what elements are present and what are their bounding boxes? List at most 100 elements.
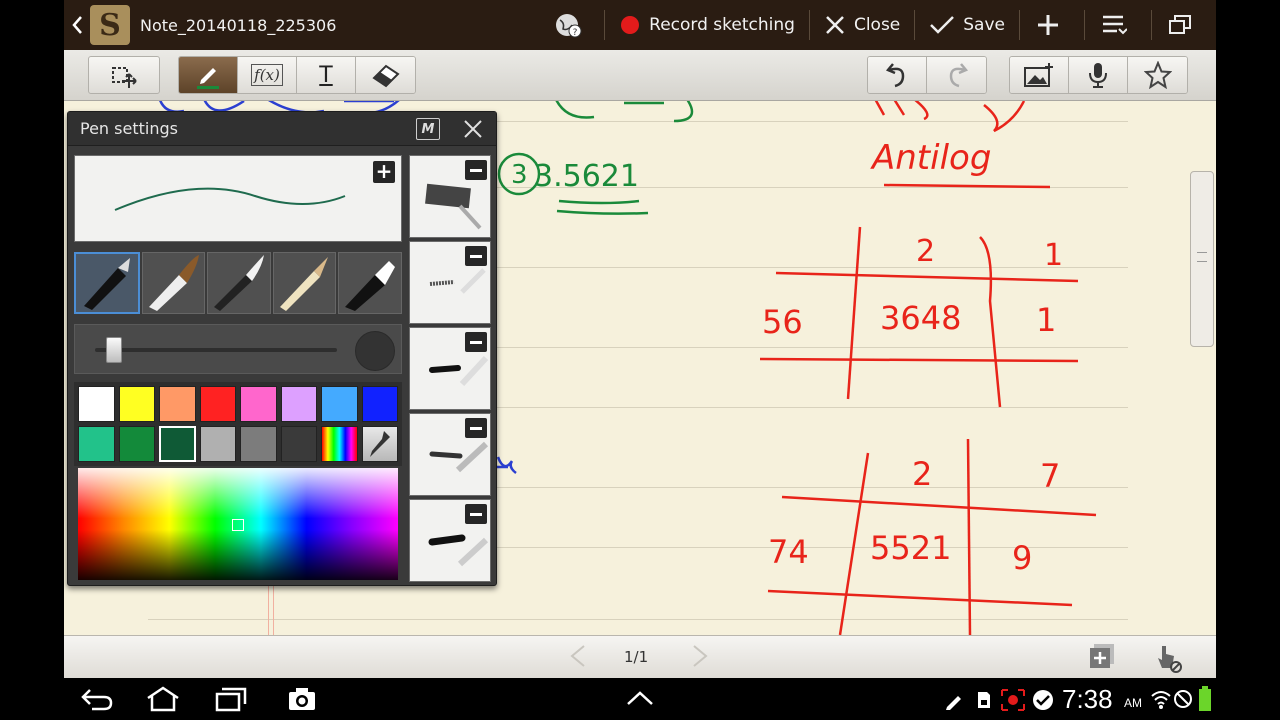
back-nav-button[interactable] <box>80 686 114 716</box>
fountain-pen-icon <box>84 258 130 310</box>
marker-icon <box>345 261 396 311</box>
battery-icon <box>1198 686 1212 716</box>
back-button[interactable] <box>64 0 90 50</box>
mute-icon <box>1172 688 1194 714</box>
hand-touch-mode-button[interactable] <box>1152 642 1186 676</box>
insert-image-button[interactable] <box>1010 57 1069 93</box>
android-system-bar: 7:38 AM <box>0 678 1280 720</box>
remove-preset-button[interactable] <box>465 246 487 266</box>
color-swatch[interactable] <box>280 386 317 422</box>
color-swatch[interactable] <box>240 426 277 462</box>
preset-item[interactable] <box>409 155 491 238</box>
close-button[interactable]: Close <box>810 0 914 50</box>
table1-col-b: 1 <box>1044 238 1063 273</box>
table2-cell-a: 5521 <box>870 529 951 567</box>
record-sketching-button[interactable]: Record sketching <box>605 0 809 50</box>
add-page-button[interactable] <box>1020 0 1084 50</box>
pen-icon <box>197 68 219 89</box>
color-swatch[interactable] <box>159 386 196 422</box>
preset-item[interactable] <box>409 499 491 582</box>
home-nav-button[interactable] <box>145 686 181 716</box>
star-icon <box>1143 61 1172 89</box>
color-swatch[interactable] <box>118 426 155 462</box>
formula-icon: f(x) <box>251 64 283 86</box>
preset-item[interactable] <box>409 327 491 410</box>
size-preview-dot <box>355 331 395 371</box>
save-button[interactable]: Save <box>915 0 1019 50</box>
status-ampm: AM <box>1124 696 1142 710</box>
undo-button[interactable] <box>868 57 927 93</box>
save-label: Save <box>963 15 1005 35</box>
color-swatch[interactable] <box>78 386 115 422</box>
pen-type-pencil[interactable] <box>272 252 337 314</box>
redo-button[interactable] <box>927 57 986 93</box>
slider-thumb[interactable] <box>106 337 123 363</box>
pen-settings-close-button[interactable] <box>460 116 486 142</box>
home-icon <box>147 686 179 712</box>
pen-size-slider[interactable] <box>74 324 402 374</box>
slider-track <box>95 348 337 352</box>
expand-notifications-button[interactable] <box>626 690 654 710</box>
menu-button[interactable] <box>1085 0 1151 50</box>
task-check-icon <box>1032 689 1054 715</box>
color-swatch[interactable] <box>78 426 115 462</box>
sd-card-icon <box>976 690 992 714</box>
pen-type-brush[interactable] <box>141 252 206 314</box>
eraser-tool-button[interactable] <box>356 57 415 93</box>
multi-window-icon <box>1169 15 1191 34</box>
favorite-button[interactable] <box>1128 57 1187 93</box>
pen-mode-button[interactable]: M <box>416 118 440 140</box>
color-swatch[interactable] <box>118 386 155 422</box>
recent-apps-button[interactable] <box>214 686 248 716</box>
table1-cell-a: 3648 <box>880 299 961 337</box>
color-swatch[interactable] <box>240 386 277 422</box>
finger-disable-icon <box>1158 646 1182 673</box>
antilog-heading: Antilog <box>870 138 991 178</box>
undo-redo-group <box>867 56 987 94</box>
vertical-scrollbar[interactable] <box>1190 171 1214 347</box>
screenshot-button[interactable] <box>287 686 317 716</box>
preset-item[interactable] <box>409 413 491 496</box>
previous-page-button[interactable] <box>568 644 598 672</box>
chevron-left-icon <box>570 645 585 667</box>
remove-preset-button[interactable] <box>465 332 487 352</box>
color-swatch[interactable] <box>321 386 358 422</box>
eraser-icon <box>371 64 400 88</box>
selection-mode-button[interactable] <box>88 56 160 94</box>
remove-preset-button[interactable] <box>465 418 487 438</box>
eyedropper-button[interactable] <box>361 426 398 462</box>
page-navigation-bar: 1/1 <box>64 635 1216 678</box>
next-page-button[interactable] <box>690 644 720 672</box>
pencil-icon <box>279 257 328 311</box>
color-swatch[interactable] <box>199 386 236 422</box>
undo-icon <box>885 63 905 88</box>
custom-color-swatch[interactable] <box>321 426 358 462</box>
color-swatch[interactable] <box>361 386 398 422</box>
spectrum-marker[interactable] <box>232 519 244 531</box>
chevron-left-icon <box>72 16 82 34</box>
pen-tool-button[interactable] <box>179 57 238 93</box>
color-swatch[interactable] <box>159 426 196 462</box>
pen-type-calligraphy[interactable] <box>207 252 271 314</box>
tool-group: f(x) T <box>178 56 416 94</box>
calligraphy-brush-icon <box>214 255 265 311</box>
color-swatch[interactable] <box>199 426 236 462</box>
remove-preset-button[interactable] <box>465 504 487 524</box>
voice-record-button[interactable] <box>1069 57 1128 93</box>
pen-type-marker[interactable] <box>338 252 402 314</box>
preset-item[interactable] <box>409 241 491 324</box>
table1-cell-b: 1 <box>1036 301 1056 339</box>
help-button[interactable]: ? <box>540 0 604 50</box>
checkmark-icon <box>930 16 955 34</box>
close-icon <box>464 120 482 138</box>
text-tool-button[interactable]: T <box>297 57 356 93</box>
remove-preset-button[interactable] <box>465 160 487 180</box>
editing-toolbar: f(x) T <box>64 50 1216 101</box>
window-button[interactable] <box>1152 0 1216 50</box>
add-preset-button[interactable]: + <box>373 161 395 183</box>
color-swatch[interactable] <box>280 426 317 462</box>
formula-tool-button[interactable]: f(x) <box>238 57 297 93</box>
add-page-bottom-button[interactable] <box>1088 642 1120 674</box>
pen-type-list <box>74 252 402 316</box>
pen-type-fountain[interactable] <box>74 252 140 314</box>
